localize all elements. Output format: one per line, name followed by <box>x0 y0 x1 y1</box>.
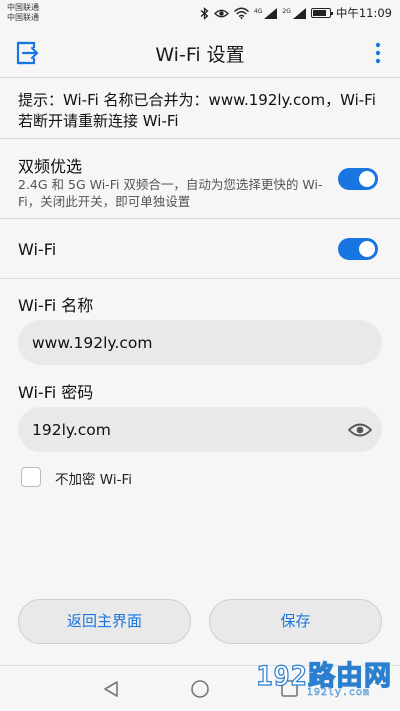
dual-band-description: 2.4G 和 5G Wi-Fi 双频合一，自动为您选择更快的 Wi-Fi，关闭此… <box>18 177 323 209</box>
carrier-2: 中国联通 <box>7 13 39 22</box>
show-password-icon[interactable] <box>348 422 372 438</box>
dual-band-title: 双频优选 <box>18 157 83 176</box>
password-input[interactable] <box>18 407 382 452</box>
wifi-signal-icon <box>233 7 249 19</box>
watermark-sub: 192ly.com <box>306 687 370 699</box>
top-app-bar: Wi-Fi 设置 <box>0 28 400 78</box>
wifi-toggle[interactable] <box>338 238 378 260</box>
sim1-network-label: 4G <box>253 7 263 15</box>
status-icons: 4G 2G 中午11:09 <box>200 5 392 21</box>
no-password-label: 不加密 Wi-Fi <box>55 472 132 488</box>
divider <box>0 218 400 219</box>
clock: 中午11:09 <box>335 6 392 20</box>
password-label: Wi-Fi 密码 <box>18 383 94 402</box>
dual-band-toggle[interactable] <box>338 168 378 190</box>
toggle-knob <box>359 241 375 257</box>
sim2-network-label: 2G <box>282 7 291 15</box>
sim2-signal-icon: 2G <box>282 7 306 19</box>
carrier-1: 中国联通 <box>7 3 39 12</box>
nav-home-icon[interactable] <box>190 679 210 699</box>
wifi-title: Wi-Fi <box>18 240 57 259</box>
back-home-button[interactable]: 返回主界面 <box>18 599 191 644</box>
divider <box>0 138 400 139</box>
ssid-label: Wi-Fi 名称 <box>18 296 94 315</box>
carrier-info: 中国联通 中国联通 <box>7 3 39 23</box>
eye-comfort-icon <box>213 9 229 17</box>
sim1-signal-icon: 4G <box>253 7 278 19</box>
no-password-checkbox[interactable] <box>21 467 41 487</box>
battery-level <box>312 10 327 16</box>
divider <box>0 278 400 279</box>
page-title: Wi-Fi 设置 <box>155 44 245 66</box>
more-vertical-icon[interactable] <box>374 42 382 64</box>
save-button[interactable]: 保存 <box>209 599 382 644</box>
toggle-knob <box>359 171 375 187</box>
merge-notice: 提示：Wi-Fi 名称已合并为：www.192ly.com，Wi-Fi 若断开请… <box>18 91 376 130</box>
watermark-logo: 192路由网 192ly.com <box>242 654 392 708</box>
status-bar: 中国联通 中国联通 4G 2G 中午11:09 <box>0 0 400 28</box>
nav-back-icon[interactable] <box>102 680 120 698</box>
ssid-input[interactable] <box>18 320 382 365</box>
bluetooth-icon <box>200 6 209 20</box>
battery-icon <box>310 8 334 18</box>
